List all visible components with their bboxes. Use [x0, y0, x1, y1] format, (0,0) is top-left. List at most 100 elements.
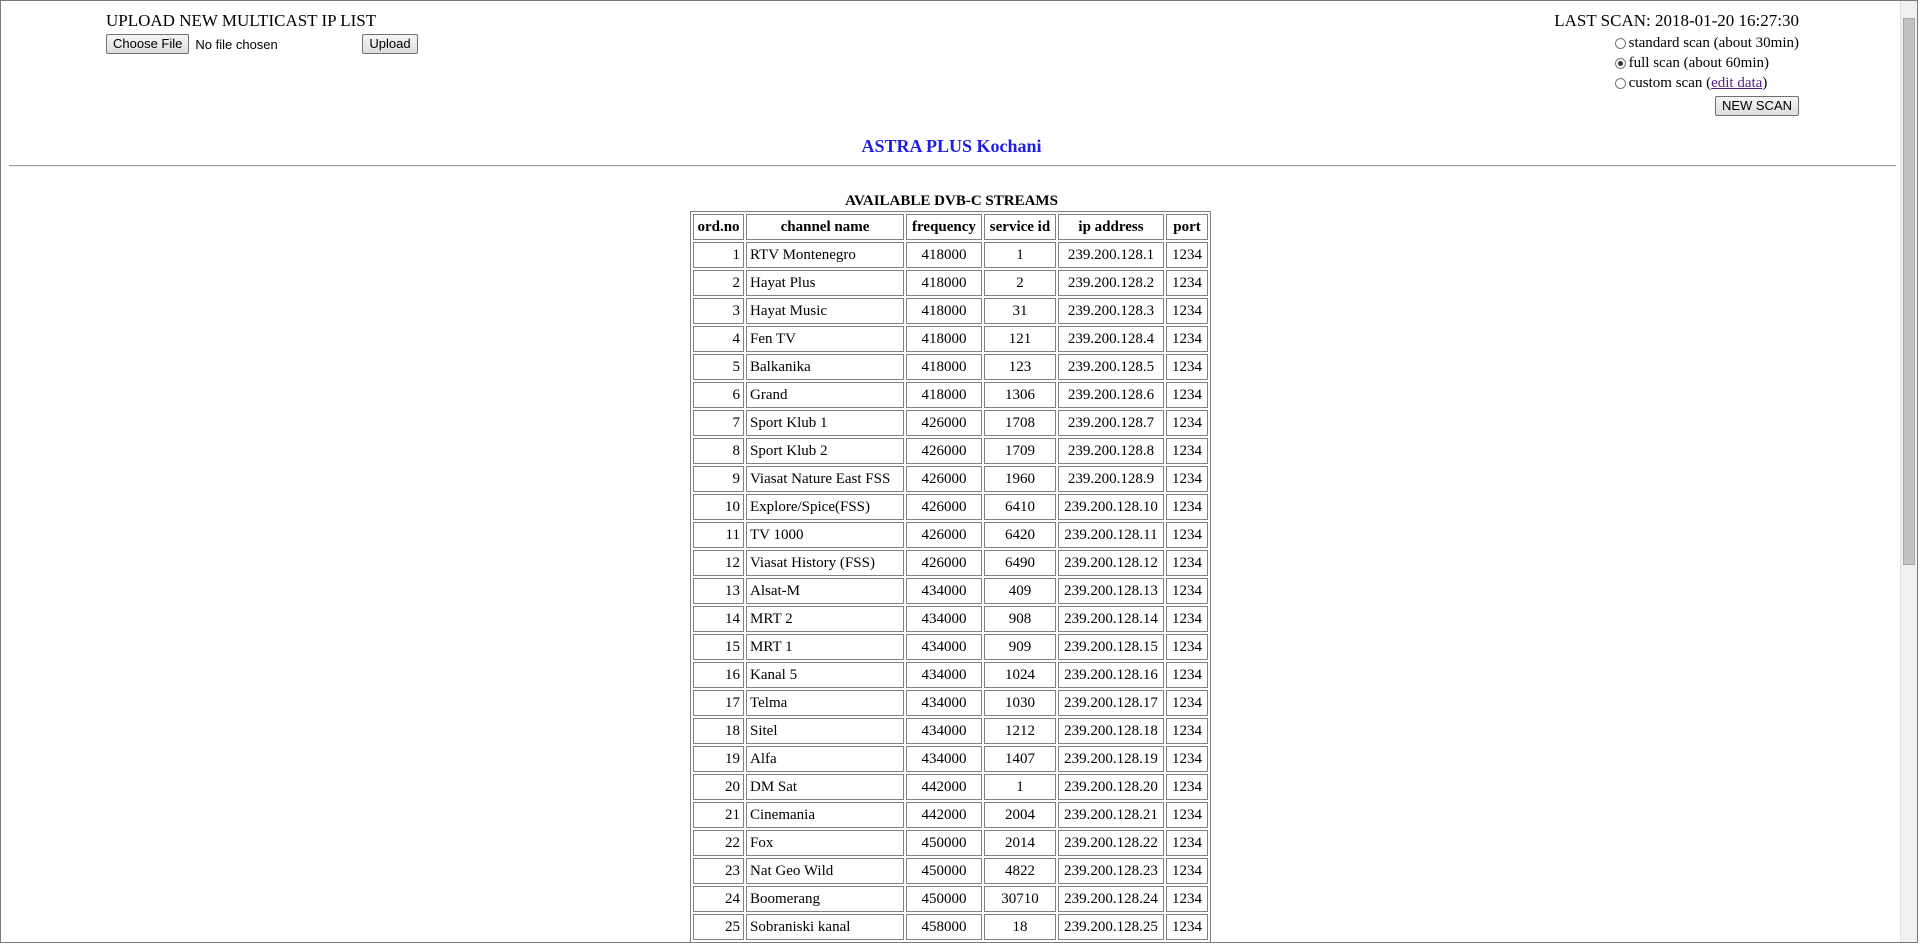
channel-name-cell: Hayat Music	[746, 298, 904, 324]
ip-address-cell: 239.200.128.21	[1058, 802, 1164, 828]
service-id-cell: 1024	[984, 662, 1056, 688]
ip-address-cell: 239.200.128.20	[1058, 774, 1164, 800]
frequency-cell: 418000	[906, 270, 982, 296]
frequency-cell: 418000	[906, 354, 982, 380]
ord-no-cell: 20	[693, 774, 744, 800]
port-cell: 1234	[1166, 802, 1208, 828]
service-id-cell: 2004	[984, 802, 1056, 828]
table-row: 18 Sitel 434000 1212 239.200.128.18 1234	[693, 718, 1208, 744]
ip-address-cell: 239.200.128.6	[1058, 382, 1164, 408]
choose-file-button[interactable]: Choose File	[106, 34, 190, 54]
edit-data-link[interactable]: edit data	[1711, 73, 1762, 93]
vertical-scrollbar[interactable]	[1900, 1, 1917, 942]
channel-name-cell: Viasat History (FSS)	[746, 550, 904, 576]
table-row: 20 DM Sat 442000 1 239.200.128.20 1234	[693, 774, 1208, 800]
header-row: ord.no channel name frequency service id…	[693, 214, 1208, 240]
ord-no-cell: 5	[693, 354, 744, 380]
ip-address-cell: 239.200.128.18	[1058, 718, 1164, 744]
full-scan-radio[interactable]	[1614, 57, 1626, 69]
channel-name-cell: Nat Geo Wild	[746, 858, 904, 884]
table-row: 21 Cinemania 442000 2004 239.200.128.21 1234	[693, 802, 1208, 828]
frequency-cell: 434000	[906, 578, 982, 604]
upload-title: UPLOAD NEW MULTICAST IP LIST	[106, 11, 377, 30]
ord-no-cell: 11	[693, 522, 744, 548]
ord-no-cell: 22	[693, 830, 744, 856]
port-cell: 1234	[1166, 242, 1208, 268]
channel-name-cell: Sport Klub 1	[746, 410, 904, 436]
port-cell: 1234	[1166, 914, 1208, 940]
upload-button[interactable]: Upload	[362, 34, 418, 54]
upload-form: Choose File No file chosen Upload	[106, 33, 418, 55]
frequency-cell: 426000	[906, 522, 982, 548]
port-cell: 1234	[1166, 522, 1208, 548]
channel-name-cell: Sobraniski kanal	[746, 914, 904, 940]
ip-address-cell: 239.200.128.23	[1058, 858, 1164, 884]
ip-address-cell: 239.200.128.2	[1058, 270, 1164, 296]
port-cell: 1234	[1166, 466, 1208, 492]
last-scan-label: LAST SCAN: 2018-01-20 16:27:30	[1554, 11, 1799, 30]
ord-no-cell: 2	[693, 270, 744, 296]
service-id-cell: 1	[984, 242, 1056, 268]
service-id-cell: 1709	[984, 438, 1056, 464]
scan-option-custom[interactable]: custom scan (edit data)	[1614, 73, 1799, 93]
ord-no-cell: 18	[693, 718, 744, 744]
frequency-cell: 434000	[906, 606, 982, 632]
divider	[9, 165, 1896, 167]
table-row: 2 Hayat Plus 418000 2 239.200.128.2 1234	[693, 270, 1208, 296]
table-row: 19 Alfa 434000 1407 239.200.128.19 1234	[693, 746, 1208, 772]
ord-no-cell: 23	[693, 858, 744, 884]
new-scan-button[interactable]: NEW SCAN	[1714, 95, 1799, 116]
channel-name-cell: Alsat-M	[746, 578, 904, 604]
channel-name-cell: Fen TV	[746, 326, 904, 352]
port-cell: 1234	[1166, 690, 1208, 716]
ord-no-cell: 14	[693, 606, 744, 632]
ip-address-cell: 239.200.128.24	[1058, 886, 1164, 912]
port-cell: 1234	[1166, 718, 1208, 744]
port-cell: 1234	[1166, 886, 1208, 912]
frequency-cell: 418000	[906, 242, 982, 268]
port-cell: 1234	[1166, 326, 1208, 352]
service-id-cell: 1212	[984, 718, 1056, 744]
ord-no-cell: 19	[693, 746, 744, 772]
ip-address-cell: 239.200.128.1	[1058, 242, 1164, 268]
service-id-cell: 1960	[984, 466, 1056, 492]
table-row: 1 RTV Montenegro 418000 1 239.200.128.1 1234	[693, 242, 1208, 268]
frequency-cell: 434000	[906, 690, 982, 716]
upload-section: UPLOAD NEW MULTICAST IP LIST Choose File…	[106, 11, 418, 55]
frequency-cell: 434000	[906, 662, 982, 688]
frequency-cell: 426000	[906, 550, 982, 576]
port-cell: 1234	[1166, 410, 1208, 436]
table-row: 13 Alsat-M 434000 409 239.200.128.13 1234	[693, 578, 1208, 604]
frequency-cell: 426000	[906, 438, 982, 464]
service-id-cell: 30710	[984, 886, 1056, 912]
channel-name-cell: MRT 2	[746, 606, 904, 632]
port-cell: 1234	[1166, 858, 1208, 884]
table-row: 9 Viasat Nature East FSS 426000 1960 239.200…	[693, 466, 1208, 492]
frequency-cell: 426000	[906, 466, 982, 492]
service-id-cell: 18	[984, 914, 1056, 940]
standard-scan-radio[interactable]	[1614, 37, 1626, 49]
service-id-cell: 6490	[984, 550, 1056, 576]
channel-name-cell: MRT 1	[746, 634, 904, 660]
channel-name-cell: Sport Klub 2	[746, 438, 904, 464]
channel-name-cell: Hayat Plus	[746, 270, 904, 296]
frequency-cell: 458000	[906, 914, 982, 940]
service-id-cell: 1030	[984, 690, 1056, 716]
ip-address-cell: 239.200.128.11	[1058, 522, 1164, 548]
header-port: port	[1166, 214, 1208, 240]
ord-no-cell: 10	[693, 494, 744, 520]
port-cell: 1234	[1166, 634, 1208, 660]
ord-no-cell: 8	[693, 438, 744, 464]
ord-no-cell: 13	[693, 578, 744, 604]
service-id-cell: 409	[984, 578, 1056, 604]
custom-scan-radio[interactable]	[1614, 77, 1626, 89]
header-ord-no: ord.no	[693, 214, 744, 240]
table-title: AVAILABLE DVB-C STREAMS	[845, 193, 1058, 209]
service-id-cell: 4822	[984, 858, 1056, 884]
scan-option-standard[interactable]: standard scan (about 30min)	[1614, 33, 1799, 53]
port-cell: 1234	[1166, 270, 1208, 296]
table-row: 14 MRT 2 434000 908 239.200.128.14 1234	[693, 606, 1208, 632]
table-row: 5 Balkanika 418000 123 239.200.128.5 1234	[693, 354, 1208, 380]
scrollbar-thumb[interactable]	[1903, 18, 1915, 565]
scan-option-full[interactable]: full scan (about 60min)	[1614, 53, 1799, 73]
